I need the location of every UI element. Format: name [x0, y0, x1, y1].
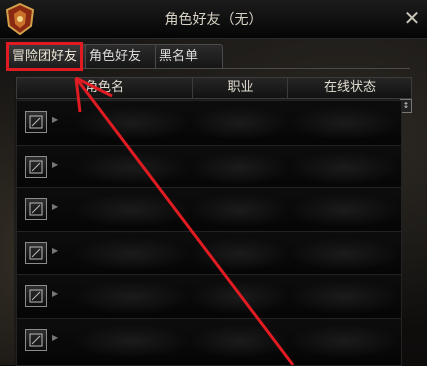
row-status: [292, 194, 397, 226]
tab-role-friends[interactable]: 角色好友: [85, 44, 159, 69]
row-status: [292, 281, 397, 313]
expand-arrow-icon[interactable]: ▶: [52, 246, 58, 255]
friend-row[interactable]: ▶: [16, 100, 402, 147]
row-job: [192, 281, 287, 313]
friend-row[interactable]: ▶: [16, 231, 402, 278]
expand-arrow-icon[interactable]: ▶: [52, 160, 58, 169]
avatar-slot[interactable]: [25, 242, 47, 264]
friend-row[interactable]: ▶: [16, 187, 402, 234]
empty-slot-icon: [29, 246, 43, 260]
row-name: [77, 325, 187, 357]
row-status: [292, 325, 397, 357]
friend-row[interactable]: ▶: [16, 274, 402, 321]
title-bar[interactable]: 角色好友（无） ✕: [0, 0, 427, 39]
avatar-slot[interactable]: [25, 111, 47, 133]
window-title: 角色好友（无）: [164, 12, 263, 28]
empty-slot-icon: [29, 289, 43, 303]
row-name: [77, 152, 187, 184]
avatar-slot[interactable]: [25, 285, 47, 307]
avatar-slot[interactable]: [25, 156, 47, 178]
row-name: [77, 238, 187, 270]
column-header-name[interactable]: 角色名: [17, 78, 192, 98]
column-header-job[interactable]: 职业: [192, 78, 288, 98]
column-header-status[interactable]: 在线状态: [287, 78, 412, 98]
empty-slot-icon: [29, 115, 43, 129]
annotation-highlight-box: [6, 42, 83, 71]
expand-arrow-icon[interactable]: ▶: [52, 115, 58, 124]
close-button[interactable]: ✕: [400, 6, 424, 30]
row-job: [192, 107, 287, 139]
row-status: [292, 152, 397, 184]
friend-row[interactable]: ▶: [16, 145, 402, 192]
row-job: [192, 325, 287, 357]
row-name: [77, 281, 187, 313]
row-job: [192, 152, 287, 184]
list-header: 角色名 职业 在线状态: [16, 77, 412, 99]
avatar-slot[interactable]: [25, 198, 47, 220]
empty-slot-icon: [29, 333, 43, 347]
avatar-slot[interactable]: [25, 329, 47, 351]
empty-slot-icon: [29, 202, 43, 216]
row-name: [77, 194, 187, 226]
tab-blacklist[interactable]: 黑名单: [155, 44, 223, 69]
row-name: [77, 107, 187, 139]
expand-arrow-icon[interactable]: ▶: [52, 202, 58, 211]
row-job: [192, 238, 287, 270]
row-status: [292, 107, 397, 139]
expand-arrow-icon[interactable]: ▶: [52, 289, 58, 298]
expand-arrow-icon[interactable]: ▶: [52, 333, 58, 342]
empty-slot-icon: [29, 160, 43, 174]
row-job: [192, 194, 287, 226]
row-status: [292, 238, 397, 270]
friend-row[interactable]: ▶: [16, 318, 402, 366]
